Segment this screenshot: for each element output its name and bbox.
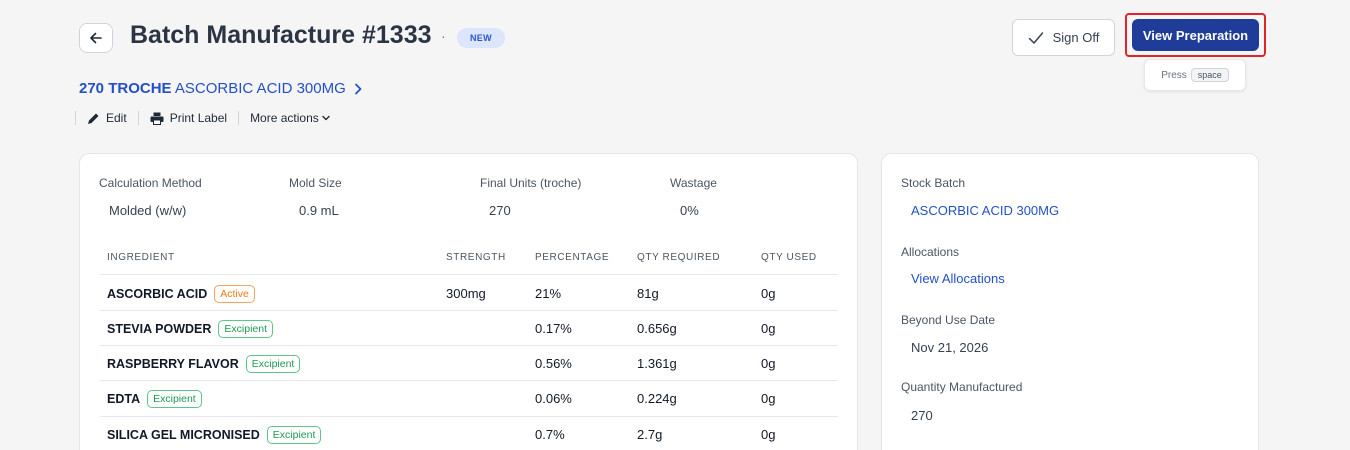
shortcut-key: space — [1190, 68, 1229, 82]
edit-action[interactable]: Edit — [76, 111, 138, 125]
back-button[interactable] — [79, 23, 113, 53]
stock-batch-label: Stock Batch — [901, 176, 966, 190]
more-actions-label: More actions — [250, 111, 319, 125]
shortcut-tooltip: Press space — [1144, 59, 1246, 91]
excipient-tag: Excipient — [218, 320, 274, 338]
calculation-method-value: Molded (w/w) — [109, 203, 187, 218]
arrow-left-icon — [90, 32, 102, 44]
ingredient-name: SILICA GEL MICRONISED — [107, 428, 260, 442]
table-divider — [100, 345, 838, 346]
wastage-label: Wastage — [670, 176, 717, 190]
product-quantity: 270 TROCHE — [79, 80, 172, 97]
column-header-strength: STRENGTH — [446, 252, 506, 263]
chevron-down-icon — [322, 115, 330, 121]
percentage-cell: 0.56% — [535, 356, 572, 371]
product-name: ASCORBIC ACID 300MG — [174, 80, 346, 97]
page-title: Batch Manufacture #1333 — [130, 21, 432, 49]
qty-required-cell: 2.7g — [637, 427, 663, 442]
batch-details-card — [881, 153, 1259, 450]
table-divider — [100, 274, 838, 275]
active-tag: Active — [214, 285, 255, 303]
qty-used-cell: 0g — [761, 356, 776, 371]
qty-used-cell: 0g — [761, 427, 776, 442]
final-units-label: Final Units (troche) — [480, 176, 582, 190]
qty-used-cell: 0g — [761, 391, 776, 406]
ingredient-name: EDTA — [107, 392, 141, 406]
excipient-tag: Excipient — [147, 390, 202, 408]
wastage-value: 0% — [680, 203, 699, 218]
beyond-use-date-value: Nov 21, 2026 — [911, 340, 989, 355]
chevron-right-icon — [354, 83, 362, 94]
allocations-label: Allocations — [901, 245, 960, 259]
mold-size-value: 0.9 mL — [299, 203, 339, 218]
percentage-cell: 0.17% — [535, 321, 572, 336]
table-row-ingredient: EDTA Excipient — [107, 390, 202, 408]
view-preparation-button[interactable]: View Preparation — [1132, 19, 1259, 51]
stock-batch-link[interactable]: ASCORBIC ACID 300MG — [911, 203, 1059, 218]
pencil-icon — [88, 113, 99, 124]
table-divider — [100, 310, 838, 311]
action-bar: Edit Print Label More actions — [75, 110, 341, 126]
table-row-ingredient: SILICA GEL MICRONISED Excipient — [107, 426, 322, 444]
excipient-tag: Excipient — [245, 355, 301, 373]
status-badge: NEW — [457, 28, 505, 48]
percentage-cell: 0.06% — [535, 391, 572, 406]
percentage-cell: 0.7% — [535, 427, 565, 442]
column-header-percentage: PERCENTAGE — [535, 252, 610, 263]
mold-size-label: Mold Size — [289, 176, 342, 190]
ingredient-name: RASPBERRY FLAVOR — [107, 357, 239, 371]
qty-required-cell: 81g — [637, 286, 659, 301]
percentage-cell: 21% — [535, 286, 562, 301]
table-row-ingredient: STEVIA POWDER Excipient — [107, 320, 274, 338]
edit-label: Edit — [106, 111, 127, 125]
qty-required-cell: 0.224g — [637, 391, 677, 406]
title-separator: · — [441, 28, 446, 44]
final-units-value: 270 — [489, 203, 511, 218]
printer-icon — [150, 112, 164, 125]
table-row-ingredient: ASCORBIC ACID Active — [107, 285, 255, 303]
table-row-ingredient: RASPBERRY FLAVOR Excipient — [107, 355, 301, 373]
column-header-ingredient: INGREDIENT — [107, 252, 175, 263]
quantity-manufactured-label: Quantity Manufactured — [901, 380, 1023, 394]
qty-used-cell: 0g — [761, 321, 776, 336]
ingredient-name: STEVIA POWDER — [107, 322, 212, 336]
shortcut-hint-text: Press — [1161, 69, 1187, 81]
ingredient-name: ASCORBIC ACID — [107, 287, 208, 301]
strength-cell: 300mg — [446, 286, 486, 301]
check-icon — [1028, 31, 1043, 44]
table-divider — [100, 380, 838, 381]
column-header-qty-used: QTY USED — [761, 252, 817, 263]
product-link[interactable]: 270 TROCHE ASCORBIC ACID 300MG — [79, 80, 362, 97]
sign-off-button[interactable]: Sign Off — [1012, 19, 1115, 56]
qty-required-cell: 1.361g — [637, 356, 677, 371]
more-actions-dropdown[interactable]: More actions — [239, 111, 341, 125]
qty-required-cell: 0.656g — [637, 321, 677, 336]
column-header-qty-required: QTY REQUIRED — [637, 252, 721, 263]
beyond-use-date-label: Beyond Use Date — [901, 313, 996, 327]
quantity-manufactured-value: 270 — [911, 408, 933, 423]
excipient-tag: Excipient — [266, 426, 322, 444]
qty-used-cell: 0g — [761, 286, 776, 301]
sign-off-label: Sign Off — [1052, 30, 1100, 45]
print-label-action[interactable]: Print Label — [139, 111, 238, 125]
table-divider — [100, 416, 838, 417]
print-label: Print Label — [169, 111, 228, 125]
calculation-method-label: Calculation Method — [99, 176, 202, 190]
view-allocations-link[interactable]: View Allocations — [911, 271, 1005, 286]
